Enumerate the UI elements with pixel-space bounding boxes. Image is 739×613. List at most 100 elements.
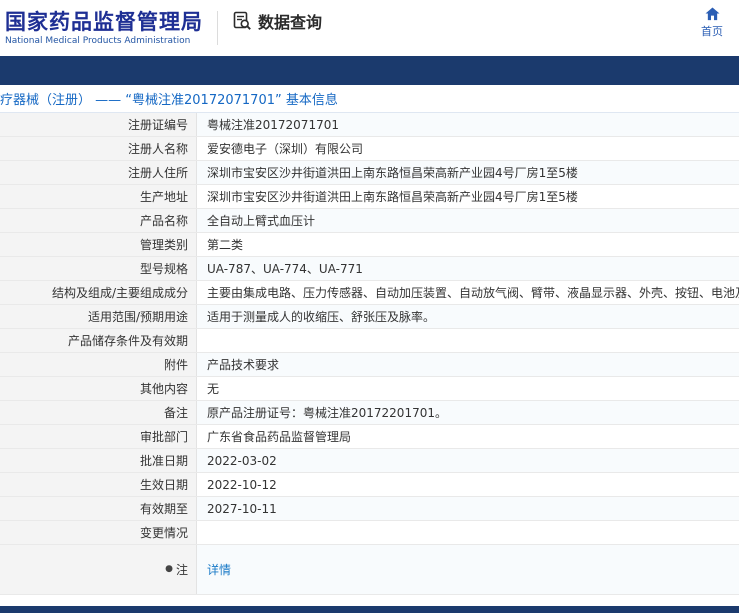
header-divider: [217, 11, 218, 45]
field-label-text: 产品储存条件及有效期: [68, 332, 188, 349]
table-row: 适用范围/预期用途 适用于测量成人的收缩压、舒张压及脉率。: [0, 305, 739, 329]
field-label: 备注: [0, 401, 197, 424]
table-row: 审批部门 广东省食品药品监督管理局: [0, 425, 739, 449]
field-label-text: 结构及组成/主要组成成分: [52, 284, 188, 301]
field-value-text: UA-787、UA-774、UA-771: [207, 260, 363, 277]
field-label-text: 批准日期: [140, 452, 188, 469]
field-label-text: 其他内容: [140, 380, 188, 397]
field-value: 无: [197, 377, 739, 400]
field-label-text: 产品名称: [140, 212, 188, 229]
field-value-text: 2022-10-12: [207, 478, 277, 492]
table-row: 管理类别 第二类: [0, 233, 739, 257]
note-icon: ●: [165, 565, 173, 574]
field-value: 详情: [197, 545, 739, 594]
field-label-text: 变更情况: [140, 524, 188, 541]
table-row: 注册人名称 爱安德电子（深圳）有限公司: [0, 137, 739, 161]
field-value: UA-787、UA-774、UA-771: [197, 257, 739, 280]
field-label: 注册证编号: [0, 113, 197, 136]
field-label-text: 附件: [164, 356, 188, 373]
field-label: 结构及组成/主要组成成分: [0, 281, 197, 304]
table-row: 注册人住所 深圳市宝安区沙井街道洪田上南东路恒昌荣高新产业园4号厂房1至5楼: [0, 161, 739, 185]
field-label: 有效期至: [0, 497, 197, 520]
field-value: 产品技术要求: [197, 353, 739, 376]
field-label: 产品名称: [0, 209, 197, 232]
field-label-text: 适用范围/预期用途: [88, 308, 188, 325]
detail-link[interactable]: 详情: [207, 561, 231, 578]
field-label: 生产地址: [0, 185, 197, 208]
field-label: ● 注: [0, 545, 197, 594]
field-value: [197, 521, 739, 544]
table-row: 结构及组成/主要组成成分 主要由集成电路、压力传感器、自动加压装置、自动放气阀、…: [0, 281, 739, 305]
field-label: 注册人住所: [0, 161, 197, 184]
table-row: 批准日期 2022-03-02: [0, 449, 739, 473]
field-label-text: 有效期至: [140, 500, 188, 517]
field-label-text: 备注: [164, 404, 188, 421]
field-value-text: 第二类: [207, 236, 243, 253]
field-value-text: 全自动上臂式血压计: [207, 212, 315, 229]
field-value: 爱安德电子（深圳）有限公司: [197, 137, 739, 160]
field-value: 粤械注准20172071701: [197, 113, 739, 136]
logo-subtitle: National Medical Products Administration: [5, 36, 203, 46]
table-row: 生效日期 2022-10-12: [0, 473, 739, 497]
field-label: 产品储存条件及有效期: [0, 329, 197, 352]
field-value: 2022-10-12: [197, 473, 739, 496]
field-value: 深圳市宝安区沙井街道洪田上南东路恒昌荣高新产业园4号厂房1至5楼: [197, 161, 739, 184]
field-value: 2027-10-11: [197, 497, 739, 520]
table-row: 备注 原产品注册证号：粤械注准20172201701。: [0, 401, 739, 425]
field-label-text: 注册人住所: [128, 164, 188, 181]
field-label: 管理类别: [0, 233, 197, 256]
field-label-text: 注册证编号: [128, 116, 188, 133]
table-row: ● 注 详情: [0, 545, 739, 595]
field-label-text: 管理类别: [140, 236, 188, 253]
field-value-text: 适用于测量成人的收缩压、舒张压及脉率。: [207, 308, 435, 325]
section-title: 数据查询: [258, 9, 322, 33]
logo-title: 国家药品监督管理局: [5, 10, 203, 34]
section-title-group: 数据查询: [232, 9, 322, 33]
field-value-text: 爱安德电子（深圳）有限公司: [207, 140, 363, 157]
table-row: 生产地址 深圳市宝安区沙井街道洪田上南东路恒昌荣高新产业园4号厂房1至5楼: [0, 185, 739, 209]
field-value: 原产品注册证号：粤械注准20172201701。: [197, 401, 739, 424]
field-value: 深圳市宝安区沙井街道洪田上南东路恒昌荣高新产业园4号厂房1至5楼: [197, 185, 739, 208]
field-value-text: 产品技术要求: [207, 356, 279, 373]
field-value-text: 深圳市宝安区沙井街道洪田上南东路恒昌荣高新产业园4号厂房1至5楼: [207, 164, 578, 181]
field-label: 变更情况: [0, 521, 197, 544]
field-value-text: 粤械注准20172071701: [207, 116, 339, 133]
field-label-text: 生效日期: [140, 476, 188, 493]
field-label: 适用范围/预期用途: [0, 305, 197, 328]
field-label: 审批部门: [0, 425, 197, 448]
field-value-text: 原产品注册证号：粤械注准20172201701。: [207, 404, 447, 421]
table-row: 有效期至 2027-10-11: [0, 497, 739, 521]
table-row: 型号规格 UA-787、UA-774、UA-771: [0, 257, 739, 281]
field-value: [197, 329, 739, 352]
field-value: 2022-03-02: [197, 449, 739, 472]
field-value-text: 主要由集成电路、压力传感器、自动加压装置、自动放气阀、臂带、液晶显示器、外壳、按…: [207, 284, 739, 301]
logo[interactable]: 国家药品监督管理局 National Medical Products Admi…: [5, 10, 217, 46]
table-row: 附件 产品技术要求: [0, 353, 739, 377]
field-value: 适用于测量成人的收缩压、舒张压及脉率。: [197, 305, 739, 328]
field-label-text: 审批部门: [140, 428, 188, 445]
breadcrumb: 医疗器械（注册） —— “粤械注准20172071701” 基本信息: [0, 89, 338, 108]
field-value-text: 无: [207, 380, 219, 397]
home-icon: [705, 7, 720, 21]
field-label: 注册人名称: [0, 137, 197, 160]
field-label: 型号规格: [0, 257, 197, 280]
field-value: 广东省食品药品监督管理局: [197, 425, 739, 448]
site-header: 国家药品监督管理局 National Medical Products Admi…: [0, 0, 739, 56]
data-query-icon: [232, 11, 252, 31]
field-value-text: 2027-10-11: [207, 502, 277, 516]
table-row: 产品储存条件及有效期: [0, 329, 739, 353]
home-link[interactable]: 首页: [701, 7, 723, 39]
table-row: 变更情况: [0, 521, 739, 545]
footer-bar: [0, 606, 739, 613]
table-row: 产品名称 全自动上臂式血压计: [0, 209, 739, 233]
field-value-text: 深圳市宝安区沙井街道洪田上南东路恒昌荣高新产业园4号厂房1至5楼: [207, 188, 578, 205]
field-value: 主要由集成电路、压力传感器、自动加压装置、自动放气阀、臂带、液晶显示器、外壳、按…: [197, 281, 739, 304]
field-label: 批准日期: [0, 449, 197, 472]
table-row: 其他内容 无: [0, 377, 739, 401]
field-label-text: 注册人名称: [128, 140, 188, 157]
field-label-text: 生产地址: [140, 188, 188, 205]
field-value: 全自动上臂式血压计: [197, 209, 739, 232]
field-label: 附件: [0, 353, 197, 376]
table-row: 注册证编号 粤械注准20172071701: [0, 113, 739, 137]
nav-bar: [0, 56, 739, 85]
